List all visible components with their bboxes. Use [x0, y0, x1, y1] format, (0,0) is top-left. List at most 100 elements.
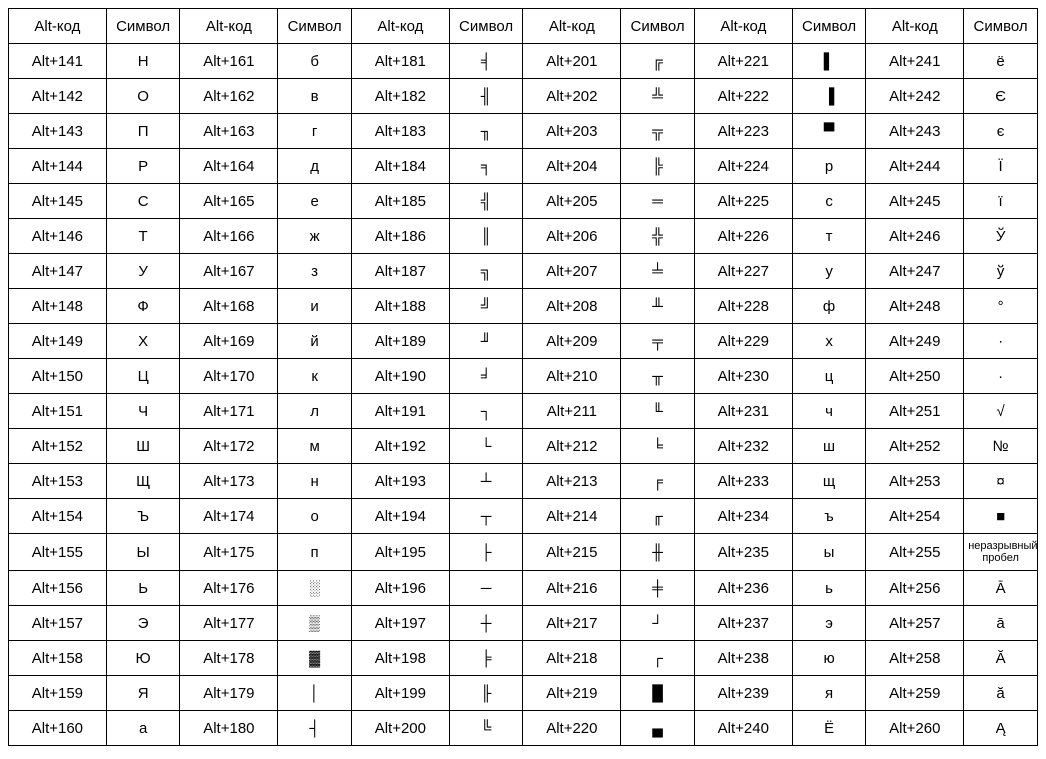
symbol-cell: ╚: [449, 711, 523, 746]
code-cell: Alt+243: [866, 114, 964, 149]
symbol-cell: ╪: [621, 571, 695, 606]
header-code: Alt-код: [9, 9, 107, 44]
table-row: Alt+144РAlt+164дAlt+184╕Alt+204╠Alt+224р…: [9, 149, 1038, 184]
symbol-cell: ╬: [621, 219, 695, 254]
code-cell: Alt+258: [866, 641, 964, 676]
symbol-cell: у: [792, 254, 866, 289]
symbol-cell: ┼: [449, 606, 523, 641]
code-cell: Alt+176: [180, 571, 278, 606]
code-cell: Alt+251: [866, 394, 964, 429]
symbol-cell: ъ: [792, 499, 866, 534]
code-cell: Alt+148: [9, 289, 107, 324]
code-cell: Alt+144: [9, 149, 107, 184]
table-row: Alt+143ПAlt+163гAlt+183╖Alt+203╦Alt+223▀…: [9, 114, 1038, 149]
symbol-cell: ї: [964, 184, 1038, 219]
symbol-cell: ╓: [621, 499, 695, 534]
symbol-cell: ╖: [449, 114, 523, 149]
symbol-cell: Ї: [964, 149, 1038, 184]
code-cell: Alt+172: [180, 429, 278, 464]
symbol-cell: ┌: [621, 641, 695, 676]
code-cell: Alt+173: [180, 464, 278, 499]
code-cell: Alt+159: [9, 676, 107, 711]
code-cell: Alt+229: [694, 324, 792, 359]
code-cell: Alt+203: [523, 114, 621, 149]
code-cell: Alt+257: [866, 606, 964, 641]
code-cell: Alt+256: [866, 571, 964, 606]
table-row: Alt+156ЬAlt+176░Alt+196─Alt+216╪Alt+236ь…: [9, 571, 1038, 606]
code-cell: Alt+236: [694, 571, 792, 606]
code-cell: Alt+190: [351, 359, 449, 394]
table-row: Alt+146ТAlt+166жAlt+186║Alt+206╬Alt+226т…: [9, 219, 1038, 254]
symbol-cell: є: [964, 114, 1038, 149]
symbol-cell: и: [278, 289, 352, 324]
symbol-cell: й: [278, 324, 352, 359]
code-cell: Alt+235: [694, 534, 792, 571]
table-row: Alt+142ОAlt+162вAlt+182╢Alt+202╩Alt+222▐…: [9, 79, 1038, 114]
code-cell: Alt+165: [180, 184, 278, 219]
symbol-cell: ш: [792, 429, 866, 464]
code-cell: Alt+223: [694, 114, 792, 149]
code-cell: Alt+164: [180, 149, 278, 184]
symbol-cell: с: [792, 184, 866, 219]
code-cell: Alt+154: [9, 499, 107, 534]
code-cell: Alt+232: [694, 429, 792, 464]
symbol-cell: ╣: [449, 184, 523, 219]
symbol-cell: │: [278, 676, 352, 711]
code-cell: Alt+195: [351, 534, 449, 571]
symbol-cell: ▓: [278, 641, 352, 676]
symbol-cell: У: [106, 254, 180, 289]
table-row: Alt+150ЦAlt+170кAlt+190╛Alt+210╥Alt+230ц…: [9, 359, 1038, 394]
code-cell: Alt+152: [9, 429, 107, 464]
code-cell: Alt+215: [523, 534, 621, 571]
symbol-cell: б: [278, 44, 352, 79]
symbol-cell: р: [792, 149, 866, 184]
code-cell: Alt+180: [180, 711, 278, 746]
code-cell: Alt+214: [523, 499, 621, 534]
symbol-cell: ╘: [621, 429, 695, 464]
symbol-cell: ▒: [278, 606, 352, 641]
symbol-cell: ц: [792, 359, 866, 394]
symbol-cell: ║: [449, 219, 523, 254]
symbol-cell: ¤: [964, 464, 1038, 499]
symbol-cell: ж: [278, 219, 352, 254]
code-cell: Alt+253: [866, 464, 964, 499]
code-cell: Alt+260: [866, 711, 964, 746]
code-cell: Alt+147: [9, 254, 107, 289]
header-code: Alt-код: [866, 9, 964, 44]
code-cell: Alt+181: [351, 44, 449, 79]
symbol-cell: ă: [964, 676, 1038, 711]
code-cell: Alt+234: [694, 499, 792, 534]
header-code: Alt-код: [694, 9, 792, 44]
code-cell: Alt+168: [180, 289, 278, 324]
symbol-cell: т: [792, 219, 866, 254]
symbol-cell: ╢: [449, 79, 523, 114]
code-cell: Alt+143: [9, 114, 107, 149]
code-cell: Alt+197: [351, 606, 449, 641]
code-cell: Alt+182: [351, 79, 449, 114]
symbol-cell: з: [278, 254, 352, 289]
code-cell: Alt+233: [694, 464, 792, 499]
code-cell: Alt+216: [523, 571, 621, 606]
code-cell: Alt+169: [180, 324, 278, 359]
symbol-cell: ╗: [449, 254, 523, 289]
table-row: Alt+145СAlt+165еAlt+185╣Alt+205═Alt+225с…: [9, 184, 1038, 219]
code-cell: Alt+163: [180, 114, 278, 149]
symbol-cell: ╡: [449, 44, 523, 79]
symbol-cell: ·: [964, 359, 1038, 394]
symbol-cell: ╜: [449, 324, 523, 359]
symbol-cell: ┬: [449, 499, 523, 534]
code-cell: Alt+171: [180, 394, 278, 429]
symbol-cell: Ā: [964, 571, 1038, 606]
table-row: Alt+154ЪAlt+174оAlt+194┬Alt+214╓Alt+234ъ…: [9, 499, 1038, 534]
symbol-cell: ╥: [621, 359, 695, 394]
code-cell: Alt+247: [866, 254, 964, 289]
symbol-cell: ├: [449, 534, 523, 571]
table-row: Alt+160аAlt+180┤Alt+200╚Alt+220▄Alt+240Ё…: [9, 711, 1038, 746]
symbol-cell: ╒: [621, 464, 695, 499]
symbol-cell: Ą: [964, 711, 1038, 746]
code-cell: Alt+249: [866, 324, 964, 359]
symbol-cell: Т: [106, 219, 180, 254]
symbol-cell: ▀: [792, 114, 866, 149]
symbol-cell: ╤: [621, 324, 695, 359]
code-cell: Alt+175: [180, 534, 278, 571]
